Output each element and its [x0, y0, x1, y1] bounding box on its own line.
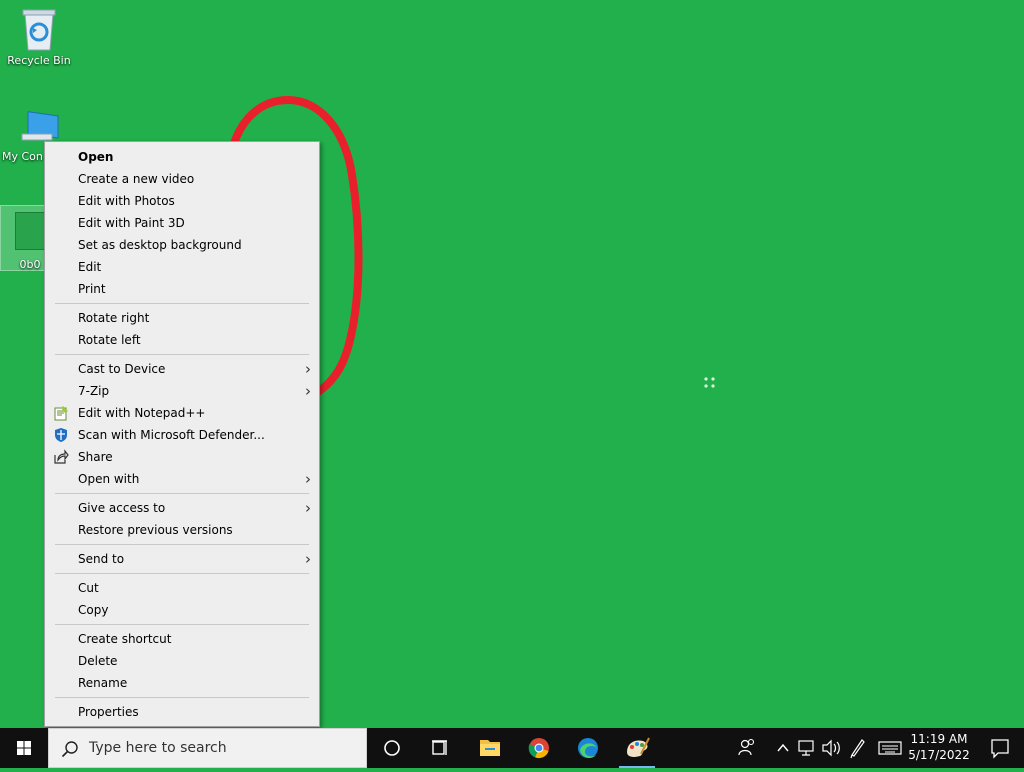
submenu-arrow-icon: ›	[305, 470, 311, 488]
menu-item-label: Create shortcut	[78, 632, 172, 646]
menu-item-send-to[interactable]: Send to ›	[45, 548, 319, 570]
menu-item-delete[interactable]: Delete	[45, 650, 319, 672]
menu-item-label: Scan with Microsoft Defender...	[78, 428, 265, 442]
menu-item-label: Print	[78, 282, 106, 296]
busy-cursor-icon	[704, 377, 715, 388]
menu-item-label: Cast to Device	[78, 362, 166, 376]
menu-item-set-desktop-background[interactable]: Set as desktop background	[45, 234, 319, 256]
menu-item-label: Open	[78, 150, 114, 164]
people-icon[interactable]	[734, 728, 760, 768]
notepad-plus-plus-icon	[54, 406, 68, 421]
menu-item-label: Edit with Photos	[78, 194, 175, 208]
chrome-button[interactable]	[515, 728, 563, 768]
menu-item-properties[interactable]: Properties	[45, 701, 319, 723]
menu-item-label: Send to	[78, 552, 125, 566]
menu-separator	[55, 493, 309, 494]
menu-item-share[interactable]: Share	[45, 446, 319, 468]
search-icon	[61, 741, 78, 758]
pen-icon[interactable]	[848, 728, 868, 768]
menu-item-label: Rotate left	[78, 333, 141, 347]
chevron-up-icon[interactable]	[774, 728, 792, 768]
start-button[interactable]	[0, 728, 48, 768]
menu-item-rename[interactable]: Rename	[45, 672, 319, 694]
menu-item-label: Share	[78, 450, 113, 464]
notifications-icon[interactable]	[976, 728, 1024, 768]
menu-item-edit-with-notepad-plus-plus[interactable]: Edit with Notepad++	[45, 402, 319, 424]
task-view-icon	[432, 740, 447, 755]
file-explorer-button[interactable]	[466, 728, 514, 768]
defender-shield-icon	[55, 428, 67, 442]
edge-icon	[578, 738, 598, 758]
menu-separator	[55, 303, 309, 304]
menu-item-label: Open with	[78, 472, 140, 486]
keyboard-icon[interactable]	[876, 728, 904, 768]
menu-item-give-access-to[interactable]: Give access to ›	[45, 497, 319, 519]
task-view-button[interactable]	[416, 728, 464, 768]
taskbar: Type here to search 11:19 AM 5/17/2022	[0, 728, 1024, 768]
menu-item-open-with[interactable]: Open with ›	[45, 468, 319, 490]
menu-item-open[interactable]: Open	[45, 146, 319, 168]
submenu-arrow-icon: ›	[305, 499, 311, 517]
menu-item-label: Edit with Paint 3D	[78, 216, 185, 230]
menu-item-label: Rotate right	[78, 311, 150, 325]
context-menu: Open Create a new video Edit with Photos…	[44, 141, 320, 727]
menu-item-cut[interactable]: Cut	[45, 577, 319, 599]
menu-item-label: Copy	[78, 603, 109, 617]
menu-item-label: Rename	[78, 676, 128, 690]
submenu-arrow-icon: ›	[305, 550, 311, 568]
menu-separator	[55, 354, 309, 355]
menu-item-scan-with-defender[interactable]: Scan with Microsoft Defender...	[45, 424, 319, 446]
menu-item-label: Give access to	[78, 501, 166, 515]
menu-item-label: 7-Zip	[78, 384, 110, 398]
cortana-button[interactable]	[368, 728, 416, 768]
paint-icon	[627, 737, 650, 757]
paint-button[interactable]	[613, 728, 661, 768]
menu-item-label: Set as desktop background	[78, 238, 242, 252]
menu-separator	[55, 624, 309, 625]
menu-item-label: Cut	[78, 581, 99, 595]
menu-item-7-zip[interactable]: 7-Zip ›	[45, 380, 319, 402]
menu-item-copy[interactable]: Copy	[45, 599, 319, 621]
clock-time: 11:19 AM	[910, 732, 968, 746]
windows-logo-icon	[17, 741, 31, 755]
menu-separator	[55, 573, 309, 574]
menu-item-cast-to-device[interactable]: Cast to Device ›	[45, 358, 319, 380]
menu-item-label: Create a new video	[78, 172, 195, 186]
submenu-arrow-icon: ›	[305, 382, 311, 400]
menu-item-label: Delete	[78, 654, 118, 668]
menu-item-rotate-right[interactable]: Rotate right	[45, 307, 319, 329]
menu-separator	[55, 697, 309, 698]
submenu-arrow-icon: ›	[305, 360, 311, 378]
menu-item-create-shortcut[interactable]: Create shortcut	[45, 628, 319, 650]
share-icon	[54, 449, 69, 464]
menu-item-print[interactable]: Print	[45, 278, 319, 300]
menu-separator	[55, 544, 309, 545]
edge-button[interactable]	[564, 728, 612, 768]
cortana-icon	[384, 740, 400, 756]
chrome-icon	[528, 738, 549, 759]
clock[interactable]: 11:19 AM 5/17/2022	[906, 731, 972, 763]
search-placeholder: Type here to search	[89, 740, 227, 756]
menu-item-label: Edit with Notepad++	[78, 406, 206, 420]
menu-item-create-new-video[interactable]: Create a new video	[45, 168, 319, 190]
menu-item-edit[interactable]: Edit	[45, 256, 319, 278]
menu-item-edit-with-photos[interactable]: Edit with Photos	[45, 190, 319, 212]
network-icon[interactable]	[796, 728, 818, 768]
menu-item-edit-with-paint-3d[interactable]: Edit with Paint 3D	[45, 212, 319, 234]
file-explorer-icon	[480, 740, 500, 756]
menu-item-label: Restore previous versions	[78, 523, 233, 537]
clock-date: 5/17/2022	[908, 748, 970, 762]
menu-item-label: Edit	[78, 260, 102, 274]
menu-item-restore-previous-versions[interactable]: Restore previous versions	[45, 519, 319, 541]
menu-item-label: Properties	[78, 705, 139, 719]
search-box[interactable]: Type here to search	[48, 728, 367, 768]
volume-icon[interactable]	[820, 728, 842, 768]
menu-item-rotate-left[interactable]: Rotate left	[45, 329, 319, 351]
